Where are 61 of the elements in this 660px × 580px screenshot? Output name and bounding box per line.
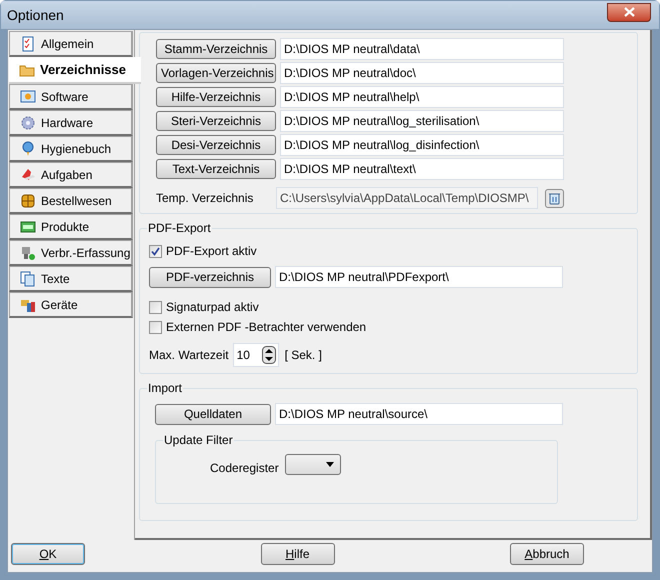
group-title: Import xyxy=(147,381,184,395)
unit-label: [ Sek. ] xyxy=(284,347,322,364)
group-title: Update Filter xyxy=(163,433,234,447)
directory-button[interactable]: PDF-verzeichnis xyxy=(149,266,271,288)
tab[interactable]: Software xyxy=(9,84,133,110)
checkbox[interactable] xyxy=(149,320,162,334)
tab[interactable]: Aufgaben xyxy=(9,162,133,188)
tab[interactable]: Hygienebuch xyxy=(9,136,133,162)
directory-button[interactable]: Hilfe-Verzeichnis xyxy=(156,87,276,107)
dropdown[interactable] xyxy=(284,454,341,475)
spin-field[interactable]: 10 xyxy=(232,343,279,367)
pages-icon xyxy=(20,270,36,286)
directory-button[interactable]: Text-Verzeichnis xyxy=(156,159,276,179)
tab[interactable]: Geräte xyxy=(9,292,133,318)
dialog-button[interactable]: OK xyxy=(11,543,85,565)
directory-button[interactable]: Desi-Verzeichnis xyxy=(156,135,276,155)
trash-icon xyxy=(549,192,560,204)
dialog-button[interactable]: Abbruch xyxy=(510,543,584,565)
dialog-button[interactable]: Hilfe xyxy=(260,543,334,565)
caret-icon xyxy=(326,462,334,467)
directory-button[interactable]: Steri-Verzeichnis xyxy=(156,111,276,131)
path-field[interactable]: D:\DIOS MP neutral\data\ xyxy=(280,38,564,60)
checklist-icon xyxy=(20,36,36,52)
gear-icon xyxy=(20,114,36,130)
path-field[interactable]: D:\DIOS MP neutral\doc\ xyxy=(280,62,564,84)
pin-icon xyxy=(20,140,36,156)
field-label: Max. Wartezeit xyxy=(149,347,229,364)
card-icon xyxy=(20,218,36,234)
group-title: PDF-Export xyxy=(147,221,212,235)
path-field[interactable]: D:\DIOS MP neutral\log_disinfection\ xyxy=(280,134,564,156)
directory-button[interactable]: Vorlagen-Verzeichnis xyxy=(156,63,276,83)
field-label: Coderegister xyxy=(210,460,279,477)
checkbox-label: Externen PDF -Betrachter verwenden xyxy=(166,319,366,336)
delete-button[interactable] xyxy=(545,188,564,208)
spinner-arrows-icon[interactable] xyxy=(262,346,276,364)
tab[interactable]: Texte xyxy=(9,266,133,292)
close-icon xyxy=(624,7,634,17)
window-title: Optionen xyxy=(7,6,64,25)
book-icon xyxy=(20,166,36,182)
tab[interactable]: Verbr.-Erfassung xyxy=(9,240,133,266)
checkbox[interactable] xyxy=(149,300,162,314)
field-label: Temp. Verzeichnis xyxy=(156,190,254,207)
device-icon xyxy=(20,244,36,260)
tab[interactable]: Hardware xyxy=(9,110,133,136)
tab[interactable]: Allgemein xyxy=(9,31,133,57)
box-icon xyxy=(20,192,36,208)
path-field[interactable]: D:\DIOS MP neutral\PDFexport\ xyxy=(275,266,563,288)
checkbox-label: Signaturpad aktiv xyxy=(166,299,259,316)
path-field[interactable]: D:\DIOS MP neutral\text\ xyxy=(280,158,564,180)
directory-button[interactable]: Quelldaten xyxy=(155,404,271,424)
path-field[interactable]: D:\DIOS MP neutral\source\ xyxy=(275,403,563,425)
path-field[interactable]: D:\DIOS MP neutral\help\ xyxy=(280,86,564,108)
tab[interactable]: Produkte xyxy=(9,214,133,240)
close-button[interactable] xyxy=(607,2,651,22)
tab[interactable]: Verzeichnisse xyxy=(9,57,141,84)
tab[interactable]: Bestellwesen xyxy=(9,188,133,214)
checkbox[interactable] xyxy=(149,244,162,258)
directory-button[interactable]: Stamm-Verzeichnis xyxy=(156,39,276,59)
window-icon xyxy=(20,88,36,104)
checkbox-label: PDF-Export aktiv xyxy=(166,243,257,260)
path-field[interactable]: D:\DIOS MP neutral\log_sterilisation\ xyxy=(280,110,564,132)
